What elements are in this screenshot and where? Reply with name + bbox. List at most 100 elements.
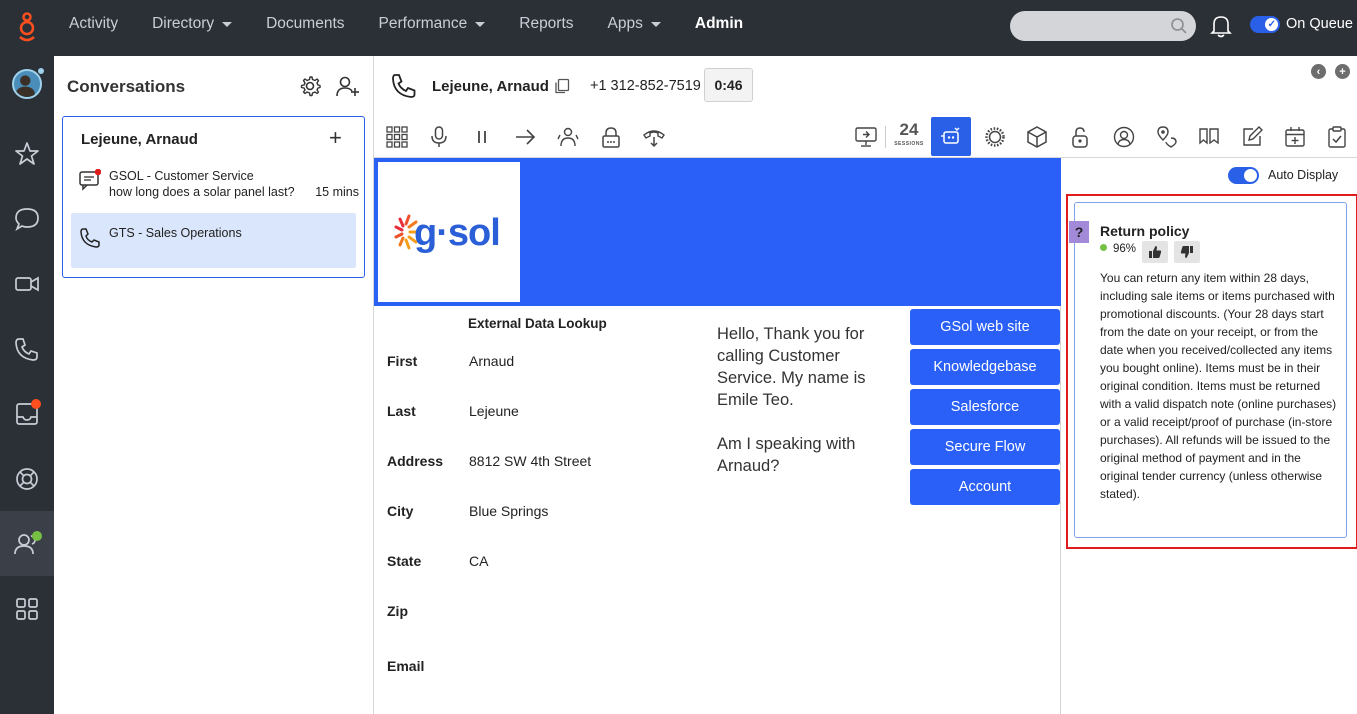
field-label: State — [387, 553, 422, 569]
journey-button[interactable] — [1152, 122, 1182, 152]
scripts-button[interactable] — [980, 122, 1010, 152]
nav-apps[interactable]: Apps — [591, 15, 678, 33]
nav-documents-label: Documents — [266, 15, 345, 32]
article-title: Return policy — [1100, 223, 1190, 239]
auto-display-toggle[interactable] — [1228, 167, 1259, 184]
thread-customer-service[interactable]: GSOL - Customer Service how long does a … — [79, 167, 359, 207]
phone-icon — [80, 228, 100, 248]
avatar[interactable] — [12, 69, 42, 99]
consult-button[interactable] — [553, 122, 583, 152]
field-value: Arnaud — [469, 353, 515, 369]
nav-directory-label: Directory — [152, 15, 215, 32]
disconnect-button[interactable] — [639, 122, 669, 152]
presence-green-dot — [32, 531, 42, 541]
gsol-website-button[interactable]: GSol web site — [910, 309, 1060, 345]
field-value: CA — [469, 553, 489, 569]
conversation-card[interactable]: Lejeune, Arnaud + GSOL - Customer Servic… — [62, 116, 365, 278]
clipboard-button[interactable] — [1322, 122, 1352, 152]
dialpad-icon — [386, 126, 408, 148]
nav-directory[interactable]: Directory — [135, 15, 249, 33]
add-participant-icon[interactable] — [336, 75, 360, 97]
hangup-icon — [643, 130, 665, 148]
toolbar-divider — [885, 126, 886, 148]
nav-apps-label: Apps — [607, 15, 643, 32]
field-value: Lejeune — [469, 403, 519, 419]
interaction-header: Lejeune, Arnaud +1 312-852-7519 0:46 ‹ + — [374, 56, 1357, 116]
call-toolbar: 24 SESSIONS — [374, 116, 1357, 158]
package-button[interactable] — [1022, 122, 1052, 152]
phone-button[interactable] — [0, 321, 54, 377]
contact-name: Lejeune, Arnaud — [81, 131, 198, 148]
hold-button[interactable] — [467, 122, 497, 152]
thumbs-down-button[interactable] — [1174, 241, 1200, 263]
confidence-value: 96% — [1113, 243, 1137, 255]
knowledgebase-button[interactable]: Knowledgebase — [910, 349, 1060, 385]
lock-icon — [602, 127, 620, 148]
secure-flow-button[interactable] — [1065, 122, 1095, 152]
notifications-bell-icon[interactable] — [1210, 14, 1232, 38]
on-queue-toggle[interactable]: ✓ — [1250, 16, 1280, 33]
conversations-title: Conversations — [67, 77, 186, 96]
confidence-dot — [1100, 243, 1107, 251]
nav-reports[interactable]: Reports — [502, 15, 590, 33]
avatar-image-icon — [15, 75, 35, 97]
search-icon[interactable] — [1170, 17, 1188, 35]
interactions-button[interactable] — [0, 511, 54, 576]
thread-time: 15 mins — [315, 185, 359, 199]
screen-share-button[interactable] — [851, 122, 881, 152]
copy-icon[interactable] — [554, 78, 570, 94]
nav-activity[interactable]: Activity — [52, 15, 135, 33]
cube-icon — [1027, 126, 1047, 148]
field-value: Blue Springs — [469, 503, 549, 519]
nav-performance[interactable]: Performance — [362, 15, 503, 33]
salesforce-button[interactable]: Salesforce — [910, 389, 1060, 425]
chat-bubble-icon — [15, 208, 39, 232]
secure-pause-button[interactable] — [596, 122, 626, 152]
schedule-callback-button[interactable] — [1280, 122, 1310, 152]
message-icon — [79, 169, 101, 191]
video-button[interactable] — [0, 256, 54, 312]
thread-sales-operations[interactable]: GTS - Sales Operations — [71, 213, 356, 268]
interaction-contact-name: Lejeune, Arnaud — [432, 78, 549, 95]
thumbs-up-icon — [1149, 246, 1162, 258]
previous-arrow-icon[interactable]: ‹ — [1311, 64, 1326, 79]
lookup-title: External Data Lookup — [468, 316, 607, 331]
chat-button[interactable] — [0, 191, 54, 247]
sessions-button[interactable]: 24 SESSIONS — [894, 121, 924, 152]
wrapup-button[interactable] — [1194, 122, 1224, 152]
nav-admin[interactable]: Admin — [678, 15, 760, 33]
mute-button[interactable] — [424, 122, 454, 152]
thumbs-up-button[interactable] — [1142, 241, 1168, 263]
field-label: City — [387, 503, 414, 519]
gear-icon[interactable] — [299, 75, 321, 97]
nav-documents[interactable]: Documents — [249, 15, 361, 33]
toggle-knob — [1244, 169, 1257, 182]
clipboard-check-icon — [1328, 126, 1346, 148]
field-label: First — [387, 353, 418, 369]
contact-button[interactable] — [1109, 122, 1139, 152]
notes-button[interactable] — [1237, 122, 1267, 152]
search-input[interactable] — [1010, 11, 1196, 41]
account-button[interactable]: Account — [910, 469, 1060, 505]
add-interaction-button[interactable]: + — [329, 125, 342, 151]
help-button[interactable] — [0, 451, 54, 507]
apps-grid-button[interactable] — [0, 581, 54, 637]
agent-assist-button[interactable] — [931, 117, 971, 156]
knowledge-article-card[interactable]: Return policy 96% You can return any ite… — [1074, 202, 1347, 538]
field-label: Email — [387, 658, 425, 674]
plus-circle-icon[interactable]: + — [1335, 64, 1350, 79]
interaction-phone-number: +1 312-852-7519 — [590, 78, 701, 94]
transfer-button[interactable] — [510, 122, 540, 152]
thread-subtitle: how long does a solar panel last? — [109, 185, 295, 199]
article-body: You can return any item within 28 days, … — [1100, 271, 1337, 501]
secure-flow-link-button[interactable]: Secure Flow — [910, 429, 1060, 465]
sun-gear-icon — [985, 127, 1005, 147]
presence-dot — [38, 68, 44, 74]
inbox-notification-dot — [31, 399, 41, 409]
dialpad-button[interactable] — [382, 122, 412, 152]
inbox-button[interactable] — [0, 386, 54, 442]
secure-lock-icon — [1072, 127, 1088, 148]
genesys-logo-icon[interactable] — [14, 12, 40, 44]
favorites-button[interactable] — [0, 126, 54, 182]
route-pin-icon — [1157, 126, 1177, 148]
